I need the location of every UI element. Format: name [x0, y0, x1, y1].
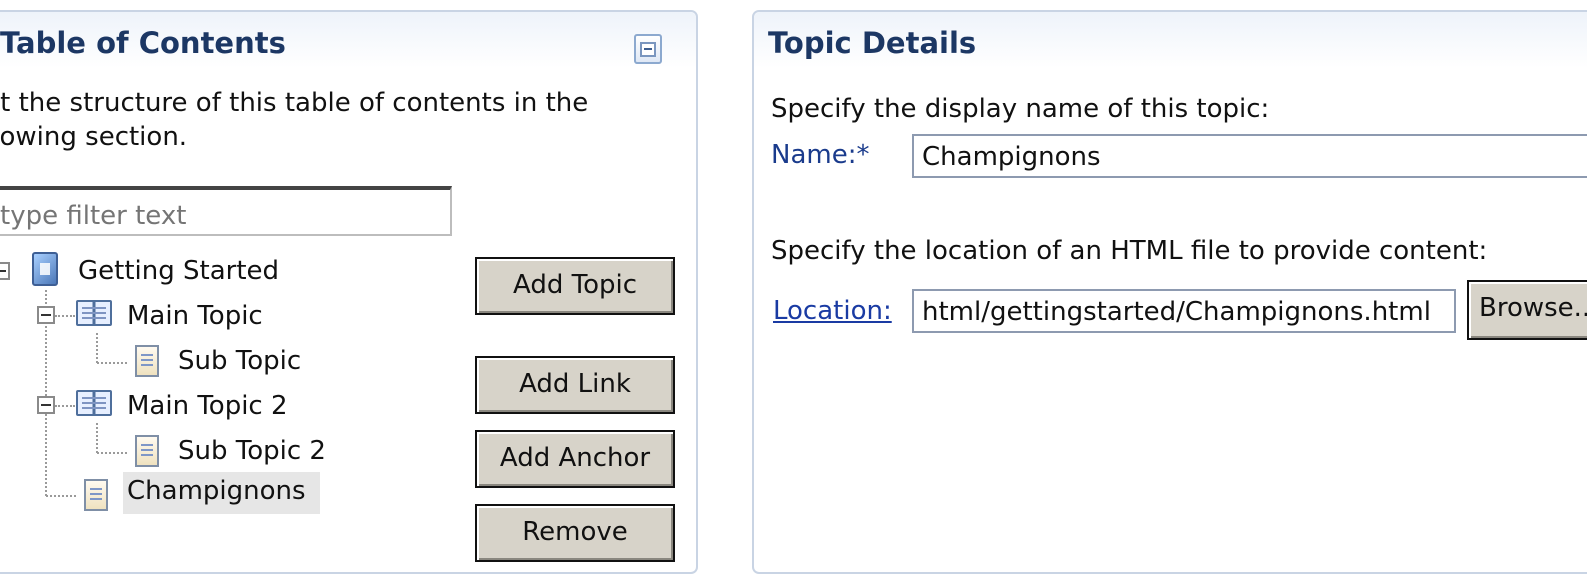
open-book-icon [76, 390, 112, 416]
remove-button[interactable]: Remove [475, 504, 675, 562]
tree-item-main-topic-2[interactable]: Main Topic 2 [127, 391, 288, 421]
topic-details-title: Topic Details [768, 26, 977, 60]
tree-connector [55, 405, 75, 407]
toc-book-icon [32, 252, 58, 286]
topic-details-header: Topic Details [754, 12, 1587, 68]
tree-item-main-topic[interactable]: Main Topic [127, 301, 263, 331]
add-anchor-button[interactable]: Add Anchor [475, 430, 675, 488]
document-icon [135, 435, 159, 467]
document-icon [135, 345, 159, 377]
document-icon [84, 479, 108, 511]
name-field[interactable]: Champignons [912, 134, 1587, 178]
location-prompt: Specify the location of an HTML file to … [771, 236, 1488, 266]
tree-connector [97, 362, 127, 364]
add-link-button[interactable]: Add Link [475, 356, 675, 414]
collapse-toggle-main-topic[interactable] [37, 306, 55, 324]
collapse-toggle-getting-started[interactable] [0, 262, 10, 280]
tree-connector [46, 495, 76, 497]
filter-input[interactable] [0, 186, 452, 236]
browse-button[interactable]: Browse... [1467, 280, 1587, 340]
tree-item-getting-started[interactable]: Getting Started [78, 256, 279, 286]
tree-connector [55, 315, 75, 317]
location-field[interactable]: html/gettingstarted/Champignons.html [912, 289, 1456, 333]
toc-section-header: Table of Contents [0, 12, 696, 68]
toc-description-line1: Edit the structure of this table of cont… [0, 88, 589, 118]
add-topic-button[interactable]: Add Topic [475, 257, 675, 315]
name-prompt: Specify the display name of this topic: [771, 94, 1270, 124]
tree-connector [96, 333, 98, 363]
tree-connector [97, 452, 127, 454]
location-link[interactable]: Location: [773, 296, 892, 326]
tree-item-sub-topic-2[interactable]: Sub Topic 2 [178, 436, 326, 466]
toc-description-line2: following section. [0, 122, 188, 152]
tree-item-champignons[interactable]: Champignons [123, 472, 320, 514]
collapse-toggle-main-topic-2[interactable] [37, 396, 55, 414]
tree-item-sub-topic[interactable]: Sub Topic [178, 346, 301, 376]
tree-connector [96, 423, 98, 453]
collapse-icon[interactable] [634, 34, 662, 64]
open-book-icon [76, 300, 112, 326]
name-label: Name:* [771, 140, 870, 170]
toc-section-title: Table of Contents [0, 26, 286, 60]
